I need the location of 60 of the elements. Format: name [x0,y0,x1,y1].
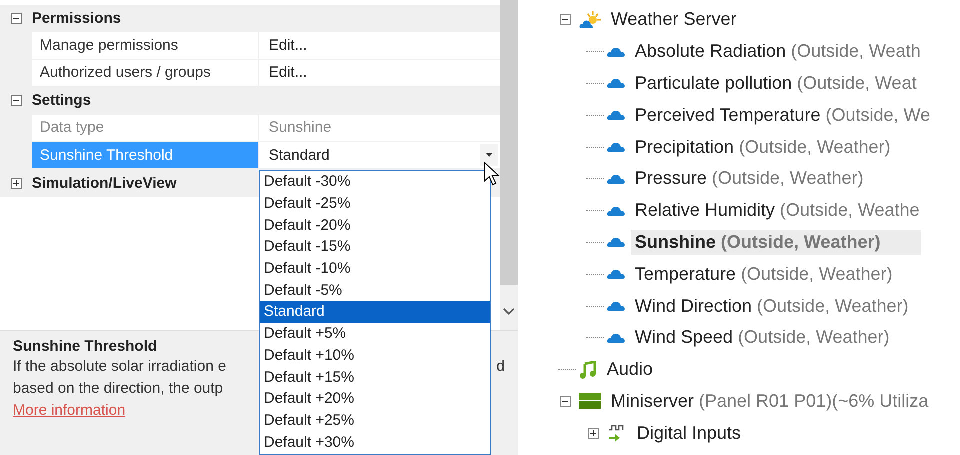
dropdown-option[interactable]: Default +15% [260,366,490,388]
scrollbar[interactable] [500,0,518,330]
collapse-toggle[interactable] [560,14,571,26]
cloud-icon [607,78,625,88]
tree-item[interactable]: Particulate pollution (Outside, Weat [631,70,921,96]
cloud-icon [607,332,625,343]
tree-item[interactable]: Temperature (Outside, Weather) [631,262,897,287]
tree-item[interactable]: Perceived Temperature (Outside, We [631,102,934,128]
tree-item[interactable]: Sunshine (Outside, Weather) [631,230,921,255]
collapse-toggle[interactable] [10,13,22,24]
property-value[interactable]: Edit... [259,32,500,59]
tree-item[interactable]: Absolute Radiation (Outside, Weath [631,39,925,64]
chevron-down-icon[interactable] [503,308,515,316]
cloud-icon [607,269,625,280]
collapse-toggle[interactable] [560,396,571,407]
expand-toggle[interactable] [10,178,22,189]
tree-item[interactable]: Precipitation (Outside, Weather) [631,134,895,160]
category-title: Permissions [32,10,122,28]
cloud-icon [607,206,625,216]
property-label[interactable]: Manage permissions [32,32,259,59]
tree-item[interactable]: Digital Inputs [633,420,746,446]
dropdown-option[interactable]: Default -10% [260,258,490,280]
dropdown-field[interactable]: Standard [259,142,500,168]
cloud-icon [607,174,625,184]
category-title: Simulation/LiveView [32,174,177,192]
dropdown-option[interactable]: Default -25% [260,192,490,214]
category-title: Settings [32,92,92,110]
tree-item[interactable]: Miniserver (Panel R01 P01)(~6% Utiliza [607,388,933,414]
description-title: Sunshine Threshold [13,338,158,355]
dropdown-option[interactable]: Standard [260,301,490,323]
cloud-icon [607,142,625,152]
expand-toggle[interactable] [588,428,599,439]
dropdown-option[interactable]: Default +25% [260,410,490,432]
music-note-icon [579,360,597,379]
cloud-icon [607,46,625,57]
tree-item[interactable]: Wind Direction (Outside, Weather) [631,294,913,319]
dropdown-caret-icon[interactable] [480,144,498,166]
dropdown-option[interactable]: Default -5% [260,279,490,302]
description-text: If the absolute solar irradiation e [13,358,226,377]
server-icon [579,393,601,410]
tree-item[interactable]: Audio [603,357,658,382]
description-text: based on the direction, the outp [13,380,224,399]
cloud-icon [607,237,625,248]
collapse-toggle[interactable] [10,95,22,106]
dropdown-option[interactable]: Default +5% [260,322,490,344]
dropdown-option[interactable]: Default +20% [260,388,490,410]
tree-item[interactable]: Relative Humidity (Outside, Weathe [631,198,924,224]
sun-cloud-icon [579,10,601,29]
property-label[interactable]: Authorized users / groups [32,60,259,86]
tree-item[interactable]: Wind Speed (Outside, Weather) [631,325,894,350]
description-text: d [496,358,505,377]
property-value[interactable]: Edit... [259,60,500,86]
tree-item[interactable]: Pressure (Outside, Weather) [631,166,868,192]
tree-item[interactable]: Weather Server [607,7,741,32]
dropdown-option[interactable]: Default -20% [260,214,490,236]
cloud-icon [607,110,625,120]
dropdown-option[interactable]: Default +30% [260,431,490,453]
cloud-icon [607,301,625,312]
dropdown-option[interactable]: Default -15% [260,236,490,258]
dropdown-option[interactable]: Default +10% [260,344,490,366]
